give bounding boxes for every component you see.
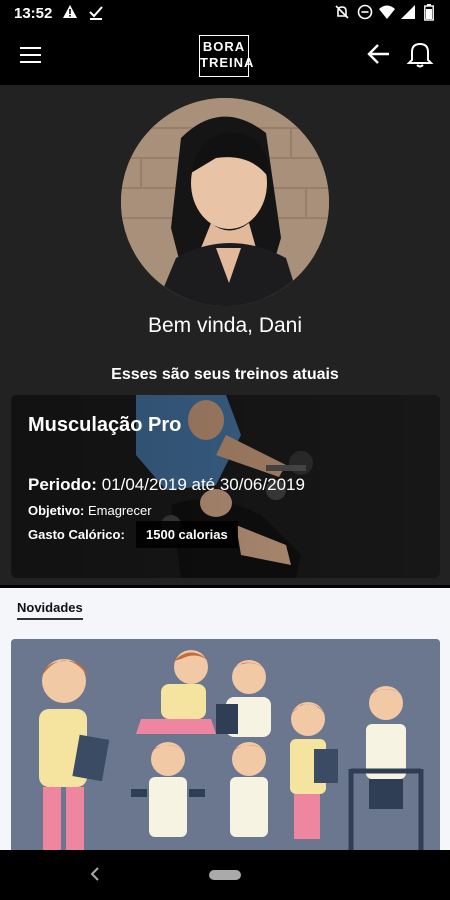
workout-period: Periodo: 01/04/2019 até 30/06/2019 bbox=[28, 475, 305, 495]
back-arrow-icon[interactable] bbox=[366, 41, 392, 67]
profile-section: Bem vinda, Dani Esses são seus treinos a… bbox=[0, 85, 450, 585]
calories-label: Gasto Calórico: bbox=[28, 527, 125, 542]
logo-line-2: TREINA bbox=[200, 55, 255, 70]
status-bar: 13:52 bbox=[0, 0, 450, 27]
alert-icon bbox=[62, 4, 78, 22]
workout-title: Musculação Pro bbox=[28, 414, 182, 436]
status-time: 13:52 bbox=[14, 5, 53, 22]
period-label: Periodo: bbox=[28, 475, 97, 494]
battery-icon bbox=[424, 4, 434, 24]
workout-card[interactable]: Musculação Pro Periodo: 01/04/2019 até 3… bbox=[11, 395, 440, 578]
app-logo: BORA TREINA bbox=[199, 35, 255, 77]
system-nav-bar bbox=[0, 850, 450, 900]
menu-icon[interactable] bbox=[20, 47, 41, 63]
avatar[interactable] bbox=[121, 98, 329, 306]
greeting: Bem vinda, Dani bbox=[147, 314, 303, 337]
app-bar: BORA TREINA bbox=[0, 27, 450, 85]
wifi-icon bbox=[378, 4, 396, 23]
calories-value: 1500 calorias bbox=[136, 521, 238, 548]
mute-icon bbox=[334, 4, 350, 23]
objective-label: Objetivo: bbox=[28, 503, 85, 518]
tab-novidades[interactable]: Novidades bbox=[17, 600, 83, 620]
objective-value: Emagrecer bbox=[87, 503, 152, 518]
nav-home-pill[interactable] bbox=[209, 870, 241, 880]
section-subtitle: Esses são seus treinos atuais bbox=[111, 366, 339, 383]
period-value: 01/04/2019 até 30/06/2019 bbox=[101, 475, 305, 494]
logo-line-1: BORA bbox=[202, 39, 246, 54]
signal-icon bbox=[400, 4, 416, 23]
news-image[interactable] bbox=[11, 639, 440, 854]
download-done-icon bbox=[88, 4, 104, 23]
news-section: Novidades bbox=[0, 588, 450, 854]
dnd-icon bbox=[357, 4, 373, 23]
nav-back-icon[interactable] bbox=[90, 866, 100, 887]
bell-icon[interactable] bbox=[406, 39, 434, 69]
workout-objective: Objetivo: Emagrecer bbox=[28, 503, 152, 518]
